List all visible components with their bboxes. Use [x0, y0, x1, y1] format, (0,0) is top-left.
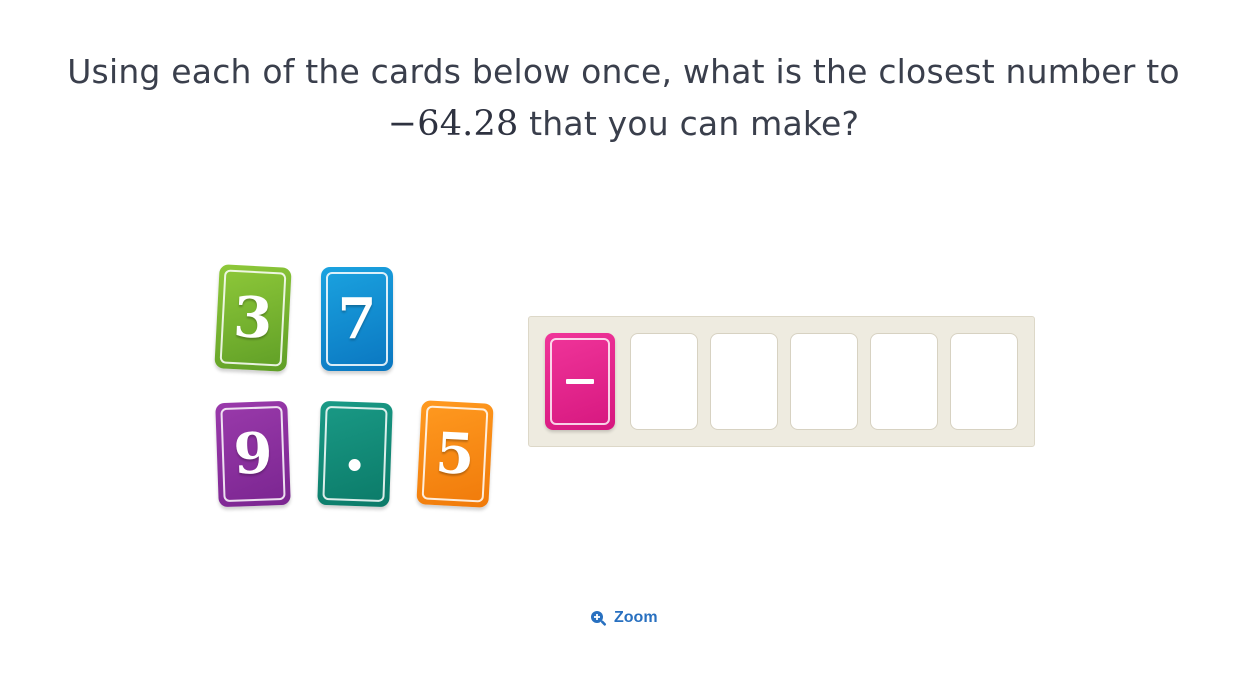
number-card-7[interactable]: 7	[321, 267, 393, 371]
card-value: 5	[433, 420, 477, 488]
number-card-9[interactable]: 9	[215, 400, 291, 508]
question-line-1: Using each of the cards below once, what…	[0, 46, 1247, 98]
answer-slot-5[interactable]	[950, 333, 1018, 430]
answer-slot-1[interactable]	[630, 333, 698, 430]
question-text: Using each of the cards below once, what…	[0, 46, 1247, 150]
card-value: 9	[232, 420, 274, 488]
card-value: 7	[337, 286, 377, 352]
target-number: −64.28	[387, 104, 519, 144]
number-card-5[interactable]: 5	[416, 400, 494, 508]
zoom-label: Zoom	[614, 609, 658, 626]
answer-slot-3[interactable]	[790, 333, 858, 430]
decimal-point-card[interactable]	[317, 400, 393, 508]
question-text-after: that you can make?	[529, 104, 860, 143]
minus-sign-card	[545, 333, 615, 430]
answer-tray	[528, 316, 1035, 447]
zoom-in-icon	[590, 610, 607, 627]
zoom-button[interactable]: Zoom	[590, 609, 658, 627]
question-line-2: −64.28 that you can make?	[0, 98, 1247, 150]
answer-slot-4[interactable]	[870, 333, 938, 430]
question-text-before: Using each of the cards below once, what…	[67, 52, 1180, 91]
number-card-3[interactable]: 3	[214, 264, 292, 372]
answer-slot-2[interactable]	[710, 333, 778, 430]
decimal-point-dot	[348, 458, 361, 472]
minus-sign	[566, 379, 594, 384]
card-value: 3	[231, 284, 275, 352]
